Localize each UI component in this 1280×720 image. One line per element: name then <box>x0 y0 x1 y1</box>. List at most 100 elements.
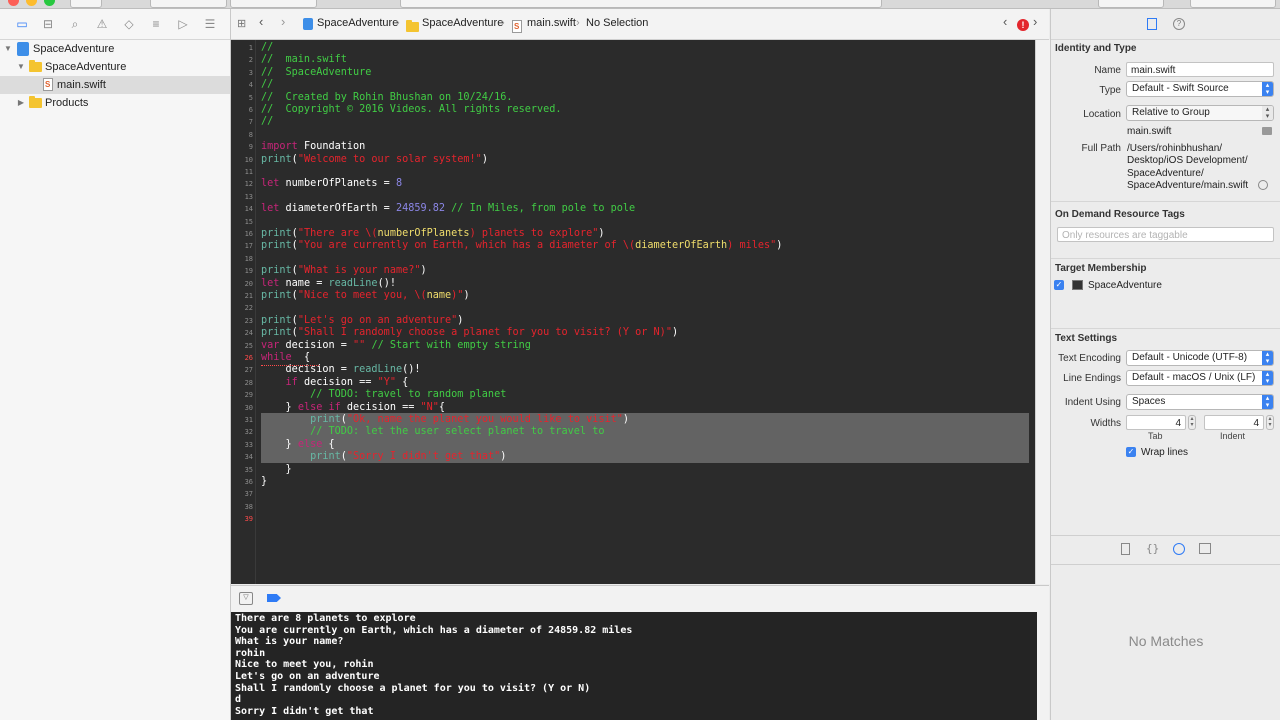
object-library-icon[interactable] <box>1173 543 1185 555</box>
related-items-icon[interactable]: ⊞ <box>237 17 246 30</box>
report-icon[interactable]: ☰ <box>203 17 217 31</box>
minimize-window-button[interactable] <box>26 0 37 6</box>
code-line[interactable]: print("Welcome to our solar system!") <box>261 154 488 166</box>
quick-help-icon[interactable]: ? <box>1173 18 1185 30</box>
debug-console[interactable]: There are 8 planets to explore You are cu… <box>231 612 1037 720</box>
code-line[interactable]: let numberOfPlanets = 8 <box>261 178 402 190</box>
activity-viewer <box>400 0 882 8</box>
code-line[interactable]: let name = readLine()! <box>261 278 396 290</box>
code-line[interactable]: } else { <box>261 439 335 451</box>
indent-width-field[interactable]: 4 <box>1204 415 1264 430</box>
line-number: 39 <box>244 515 253 524</box>
breakpoint-icon[interactable]: ▷ <box>176 17 190 31</box>
editor-scrollbar[interactable] <box>1035 40 1050 584</box>
folder-icon[interactable]: ▭ <box>15 17 29 31</box>
location-popup[interactable]: Relative to Group ▴ ▾ <box>1126 105 1274 121</box>
file-inspector-icon[interactable] <box>1147 18 1157 30</box>
encoding-popup[interactable]: Default - Unicode (UTF-8) ▴ ▾ <box>1126 350 1274 366</box>
tab-width-stepper[interactable]: ▴ ▾ <box>1188 415 1196 430</box>
line-number-gutter[interactable]: 1 2 3 4 5 6 7 8 9 10 11 12 13 14 15 16 17 18 19 20 21 22 23 24 2… <box>231 40 256 584</box>
jumpbar-file[interactable]: main.swift <box>527 17 576 29</box>
code-line[interactable]: } <box>261 476 267 488</box>
file-template-icon[interactable] <box>1121 543 1130 555</box>
wrap-lines-checkbox[interactable]: ✓ <box>1126 447 1136 457</box>
code-line[interactable]: decision = readLine()! <box>261 364 421 376</box>
code-line[interactable]: print("Shall I randomly choose a planet … <box>261 327 678 339</box>
line-number: 35 <box>244 465 253 474</box>
jumpbar-selection[interactable]: No Selection <box>586 17 648 29</box>
disclosure-open-icon[interactable]: ▼ <box>3 40 13 58</box>
tree-item-project[interactable]: ▼ SpaceAdventure <box>0 40 230 58</box>
destination-selector[interactable] <box>230 0 317 8</box>
error-badge-icon[interactable]: ! <box>1017 19 1029 31</box>
code-line[interactable]: // main.swift <box>261 54 347 66</box>
jump-bar: ⊞ ‹ › SpaceAdventure › SpaceAdventure › … <box>231 9 1049 40</box>
source-control-icon[interactable]: ⊟ <box>41 17 55 31</box>
line-endings-popup[interactable]: Default - macOS / Unix (LF) ▴ ▾ <box>1126 370 1274 386</box>
code-line[interactable]: // TODO: travel to random planet <box>261 389 506 401</box>
zoom-window-button[interactable] <box>44 0 55 6</box>
search-icon[interactable]: ⌕ <box>68 17 82 31</box>
console-scrollbar[interactable] <box>1037 612 1049 720</box>
tree-item-group[interactable]: ▼ SpaceAdventure <box>0 58 230 76</box>
run-button[interactable] <box>70 0 102 8</box>
source-editor[interactable]: 1 2 3 4 5 6 7 8 9 10 11 12 13 14 15 16 17 18 19 20 21 22 23 24 2… <box>231 40 1035 584</box>
code-line[interactable]: var decision = "" // Start with empty st… <box>261 340 531 352</box>
test-icon[interactable]: ◇ <box>122 17 136 31</box>
code-line[interactable]: // SpaceAdventure <box>261 67 371 79</box>
code-line[interactable]: // Created by Rohin Bhushan on 10/24/16. <box>261 92 512 104</box>
code-line[interactable]: if decision == "Y" { <box>261 377 409 389</box>
target-checkbox[interactable]: ✓ <box>1054 280 1064 290</box>
type-popup[interactable]: Default - Swift Source ▴ ▾ <box>1126 81 1274 97</box>
jumpbar-project[interactable]: SpaceAdventure <box>317 17 398 29</box>
code-line[interactable]: print("Ok, name the planet you would lik… <box>261 414 629 426</box>
code-line[interactable]: let diameterOfEarth = 24859.82 // In Mil… <box>261 203 635 215</box>
line-number: 29 <box>244 391 253 400</box>
code-line[interactable]: print("Sorry I didn't get that") <box>261 451 506 463</box>
code-line[interactable]: } <box>261 464 292 476</box>
forward-arrow-icon[interactable]: › <box>281 14 285 29</box>
view-toggles[interactable] <box>1190 0 1276 8</box>
code-line[interactable]: // TODO: let the user select planet to t… <box>261 426 604 438</box>
tree-item-products[interactable]: ▶ Products <box>0 94 230 112</box>
next-issue-icon[interactable]: › <box>1033 14 1037 29</box>
scheme-selector[interactable] <box>150 0 227 8</box>
code-line[interactable]: import Foundation <box>261 141 365 153</box>
breakpoints-toggle-icon[interactable] <box>267 594 281 602</box>
console-line: There are 8 planets to explore <box>235 613 416 624</box>
code-line[interactable]: } else if decision == "N"{ <box>261 402 446 414</box>
reveal-in-finder-icon[interactable] <box>1258 180 1268 190</box>
media-library-icon[interactable] <box>1199 543 1211 554</box>
tree-item-label: SpaceAdventure <box>33 43 115 55</box>
disclosure-open-icon[interactable]: ▼ <box>16 58 26 76</box>
tab-width-field[interactable]: 4 <box>1126 415 1186 430</box>
line-number: 11 <box>244 168 253 176</box>
code-line[interactable]: // <box>261 79 273 91</box>
close-window-button[interactable] <box>8 0 19 6</box>
target-icon <box>1072 280 1083 290</box>
code-line[interactable]: print("Let's go on an adventure") <box>261 315 463 327</box>
code-line[interactable]: print("You are currently on Earth, which… <box>261 240 782 252</box>
tree-item-file[interactable]: main.swift <box>0 76 230 94</box>
hide-debug-area-icon[interactable]: ▽ <box>239 592 253 605</box>
indent-width-stepper[interactable]: ▴ ▾ <box>1266 415 1274 430</box>
code-snippet-icon[interactable]: {} <box>1146 542 1159 555</box>
folder-reveal-icon[interactable] <box>1262 127 1272 135</box>
code-line[interactable]: print("What is your name?") <box>261 265 427 277</box>
code-line[interactable]: // <box>261 116 273 128</box>
code-line[interactable]: // Copyright © 2016 Videos. All rights r… <box>261 104 562 116</box>
previous-issue-icon[interactable]: ‹ <box>1003 14 1007 29</box>
code-line[interactable]: // <box>261 42 273 54</box>
name-field[interactable]: main.swift <box>1126 62 1274 77</box>
disclosure-closed-icon[interactable]: ▶ <box>16 94 26 112</box>
code-line[interactable]: print("Nice to meet you, \(name)") <box>261 290 470 302</box>
jumpbar-group[interactable]: SpaceAdventure <box>422 17 503 29</box>
odr-tags-field[interactable]: Only resources are taggable <box>1057 227 1274 242</box>
debug-icon[interactable]: ≡ <box>149 17 163 31</box>
indent-using-popup[interactable]: Spaces ▴ ▾ <box>1126 394 1274 410</box>
warning-icon[interactable]: ⚠ <box>95 17 109 31</box>
back-arrow-icon[interactable]: ‹ <box>259 14 263 29</box>
editor-mode-control[interactable] <box>1098 0 1164 8</box>
console-line: rohin <box>235 647 266 659</box>
code-line[interactable]: print("There are \(numberOfPlanets) plan… <box>261 228 605 240</box>
